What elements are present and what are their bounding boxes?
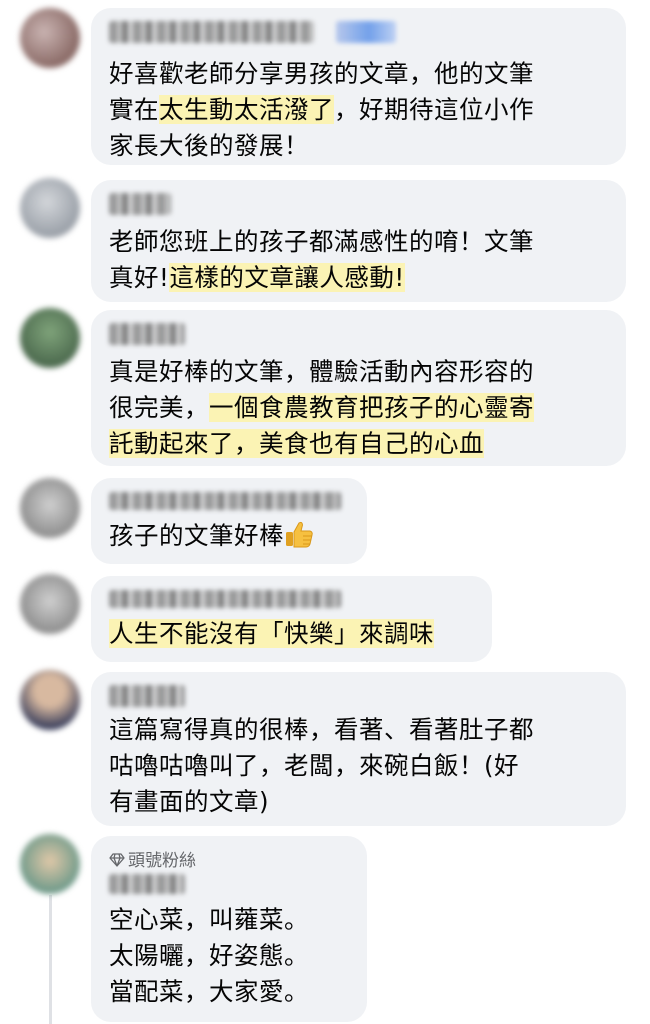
commenter-avatar[interactable]: [20, 478, 80, 538]
commenter-tag-redacted[interactable]: [336, 21, 396, 43]
comment-text: 孩子的文筆好棒: [109, 518, 314, 554]
commenter-name-redacted[interactable]: [109, 492, 341, 510]
comment-bubble: 人生不能沒有「快樂」來調味: [91, 576, 492, 662]
thread-connector-line: [49, 895, 52, 1024]
commenter-name-redacted[interactable]: [109, 323, 185, 345]
comment-text: 真是好棒的文筆，體驗活動內容形容的 很完美，一個食農教育把孩子的心靈寄 託動起來…: [109, 357, 534, 458]
comment-text: 好喜歡老師分享男孩的文章，他的文筆 實在太生動太活潑了，好期待這位小作 家長大後…: [109, 59, 534, 160]
comment-bubble: 這篇寫得真的很棒，看著、看著肚子都 咕嚕咕嚕叫了，老闆，來碗白飯！(好 有畫面的…: [91, 672, 626, 826]
commenter-name-redacted[interactable]: [109, 21, 314, 43]
comment-bubble: 孩子的文筆好棒: [91, 478, 367, 564]
comment-bubble: 真是好棒的文筆，體驗活動內容形容的 很完美，一個食農教育把孩子的心靈寄 託動起來…: [91, 310, 626, 466]
comment-text: 這篇寫得真的很棒，看著、看著肚子都 咕嚕咕嚕叫了，老闆，來碗白飯！(好 有畫面的…: [109, 715, 534, 816]
commenter-avatar[interactable]: [20, 178, 80, 238]
commenter-avatar[interactable]: [20, 574, 80, 634]
comment-bubble: 頭號粉絲 空心菜，叫蕹菜。 太陽曬，好姿態。 當配菜，大家愛。: [91, 836, 367, 1022]
comment-bubble: 老師您班上的孩子都滿感性的唷！文筆 真好!這樣的文章讓人感動!: [91, 180, 626, 302]
commenter-name-redacted[interactable]: [109, 874, 185, 894]
comment-text: 老師您班上的孩子都滿感性的唷！文筆 真好!這樣的文章讓人感動!: [109, 227, 534, 292]
thumbs-up-icon: [286, 521, 313, 548]
commenter-avatar[interactable]: [20, 308, 80, 368]
commenter-avatar[interactable]: [20, 670, 80, 730]
commenter-avatar[interactable]: [20, 834, 80, 894]
commenter-name-redacted[interactable]: [109, 685, 185, 707]
commenter-name-redacted[interactable]: [109, 590, 341, 608]
comment-text: 空心菜，叫蕹菜。 太陽曬，好姿態。 當配菜，大家愛。: [109, 905, 309, 1006]
commenter-avatar[interactable]: [20, 8, 80, 68]
diamond-icon: [109, 853, 125, 867]
commenter-name-redacted[interactable]: [109, 193, 171, 215]
top-fan-badge[interactable]: 頭號粉絲: [109, 846, 196, 871]
comment-bubble: 好喜歡老師分享男孩的文章，他的文筆 實在太生動太活潑了，好期待這位小作 家長大後…: [91, 8, 626, 165]
comment-text: 人生不能沒有「快樂」來調味: [109, 619, 434, 648]
